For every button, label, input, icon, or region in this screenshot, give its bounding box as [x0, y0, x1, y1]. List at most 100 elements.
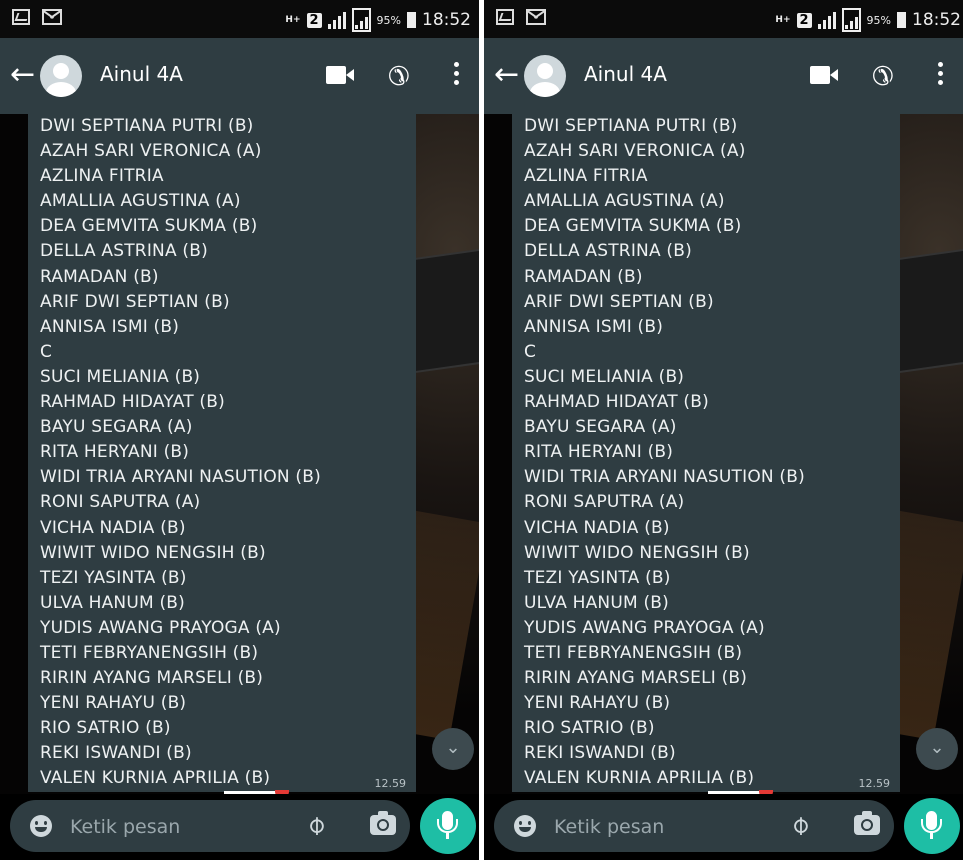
compose-bar: ⌀ — [484, 794, 963, 860]
mail-notification-icon — [42, 9, 62, 25]
status-bar: H+ 2 95% 18:52 — [484, 0, 963, 38]
battery-percent: 95% — [866, 13, 891, 27]
avatar[interactable] — [40, 55, 82, 97]
contact-name[interactable]: Ainul 4A — [100, 62, 183, 86]
message-line: BAYU SEGARA (A) — [524, 417, 677, 438]
mic-button[interactable] — [420, 798, 476, 854]
mic-icon — [921, 811, 942, 839]
battery-icon — [407, 12, 416, 28]
message-line: AZAH SARI VERONICA (A) — [524, 141, 746, 162]
message-line: TEZI YASINTA (B) — [524, 567, 671, 588]
message-line: TETI FEBRYANENGSIH (B) — [40, 642, 259, 663]
more-vert-icon[interactable] — [454, 62, 460, 89]
message-line: RAHMAD HIDAYAT (B) — [524, 392, 709, 413]
message-line: RAHMAD HIDAYAT (B) — [40, 392, 225, 413]
more-vert-icon[interactable] — [938, 62, 944, 89]
message-bubble[interactable]: DWI SEPTIANA PUTRI (B) AZAH SARI VERONIC… — [28, 114, 416, 792]
message-line: AZLINA FITRIA — [524, 166, 648, 187]
message-line: RAMADAN (B) — [40, 266, 159, 287]
message-line: YENI RAHAYU (B) — [524, 693, 671, 714]
message-line: RIRIN AYANG MARSELI (B) — [524, 668, 748, 689]
video-call-icon[interactable] — [810, 66, 840, 86]
emoji-icon[interactable] — [514, 815, 536, 837]
message-line: ARIF DWI SEPTIAN (B) — [40, 291, 230, 312]
arrow-left-icon[interactable]: ← — [10, 58, 35, 92]
message-line: WIDI TRIA ARYANI NASUTION (B) — [524, 467, 805, 488]
message-line: WIWIT WIDO NENGSIH (B) — [40, 542, 266, 563]
message-line: YUDIS AWANG PRAYOGA (A) — [524, 617, 765, 638]
message-line: C — [40, 341, 53, 362]
message-line: RIO SATRIO (B) — [40, 718, 171, 739]
mic-icon — [437, 811, 458, 839]
message-line: WIWIT WIDO NENGSIH (B) — [524, 542, 750, 563]
message-line: VICHA NADIA (B) — [40, 517, 186, 538]
message-line: DWI SEPTIANA PUTRI (B) — [40, 116, 254, 136]
message-line: RIRIN AYANG MARSELI (B) — [40, 668, 264, 689]
message-line: DEA GEMVITA SUKMA (B) — [40, 216, 258, 237]
message-line: C — [524, 341, 537, 362]
compose-pill: ⌀ — [494, 800, 894, 852]
message-line: SUCI MELIANIA (B) — [40, 366, 201, 387]
message-line: DELLA ASTRINA (B) — [40, 241, 208, 262]
message-line: REKI ISWANDI (B) — [524, 743, 676, 764]
signal-sim2-icon — [841, 8, 861, 32]
message-line: DEA GEMVITA SUKMA (B) — [524, 216, 742, 237]
message-line: AZAH SARI VERONICA (A) — [40, 141, 262, 162]
message-input[interactable] — [552, 812, 776, 842]
double-chevron-down-icon[interactable]: ⌄ — [916, 728, 958, 770]
message-input[interactable] — [68, 812, 292, 842]
paperclip-icon[interactable]: ⌀ — [784, 809, 816, 841]
message-line: BAYU SEGARA (A) — [40, 417, 193, 438]
message-line: RIO SATRIO (B) — [524, 718, 655, 739]
phone-icon[interactable]: ✆ — [388, 62, 410, 92]
message-line: ARIF DWI SEPTIAN (B) — [524, 291, 714, 312]
gallery-notification-icon — [12, 9, 30, 25]
message-line: VICHA NADIA (B) — [524, 517, 670, 538]
camera-icon[interactable] — [370, 811, 396, 835]
message-text: DWI SEPTIANA PUTRI (B) AZAH SARI VERONIC… — [524, 114, 805, 792]
message-bubble[interactable]: DWI SEPTIANA PUTRI (B) AZAH SARI VERONIC… — [512, 114, 900, 792]
message-line: RITA HERYANI (B) — [40, 442, 190, 463]
message-line: VALEN KURNIA APRILIA (B) — [524, 768, 755, 789]
message-line: RONI SAPUTRA (A) — [40, 492, 201, 513]
camera-icon[interactable] — [854, 811, 880, 835]
message-line: RONI SAPUTRA (A) — [524, 492, 685, 513]
message-text: DWI SEPTIANA PUTRI (B) AZAH SARI VERONIC… — [40, 114, 321, 792]
message-line: AMALLIA AGUSTINA (A) — [40, 191, 241, 212]
message-timestamp: 12.59 — [374, 777, 407, 790]
contact-name[interactable]: Ainul 4A — [584, 62, 667, 86]
avatar[interactable] — [524, 55, 566, 97]
message-timestamp: 12.59 — [858, 777, 891, 790]
arrow-left-icon[interactable]: ← — [494, 58, 519, 92]
message-line: RITA HERYANI (B) — [524, 442, 674, 463]
compose-pill: ⌀ — [10, 800, 410, 852]
sim-slot-badge: 2 — [306, 12, 322, 28]
message-line: TEZI YASINTA (B) — [40, 567, 187, 588]
status-time: 18:52 — [422, 10, 471, 30]
chat-screen-left: H+ 2 95% 18:52 ← Ainul 4A ✆ DWI SEPTIANA… — [0, 0, 479, 860]
battery-percent: 95% — [376, 13, 401, 27]
message-line: YUDIS AWANG PRAYOGA (A) — [40, 617, 281, 638]
message-line: DELLA ASTRINA (B) — [524, 241, 692, 262]
message-line: ULVA HANUM (B) — [40, 592, 185, 613]
double-chevron-down-icon[interactable]: ⌄ — [432, 728, 474, 770]
video-call-icon[interactable] — [326, 66, 356, 86]
compose-bar: ⌀ — [0, 794, 479, 860]
message-line: TETI FEBRYANENGSIH (B) — [524, 642, 743, 663]
signal-sim2-icon — [351, 8, 371, 32]
signal-icon — [817, 11, 836, 29]
chat-app-bar: ← Ainul 4A ✆ — [0, 38, 479, 114]
message-line: ANNISA ISMI (B) — [40, 316, 180, 337]
status-time: 18:52 — [912, 10, 961, 30]
message-line: YENI RAHAYU (B) — [40, 693, 187, 714]
sim-slot-badge: 2 — [796, 12, 812, 28]
message-line: ANNISA ISMI (B) — [524, 316, 664, 337]
emoji-icon[interactable] — [30, 815, 52, 837]
message-line: DWI SEPTIANA PUTRI (B) — [524, 116, 738, 136]
message-line: SUCI MELIANIA (B) — [524, 366, 685, 387]
paperclip-icon[interactable]: ⌀ — [300, 809, 332, 841]
phone-icon[interactable]: ✆ — [872, 62, 894, 92]
message-line: ULVA HANUM (B) — [524, 592, 669, 613]
mail-notification-icon — [526, 9, 546, 25]
mic-button[interactable] — [904, 798, 960, 854]
